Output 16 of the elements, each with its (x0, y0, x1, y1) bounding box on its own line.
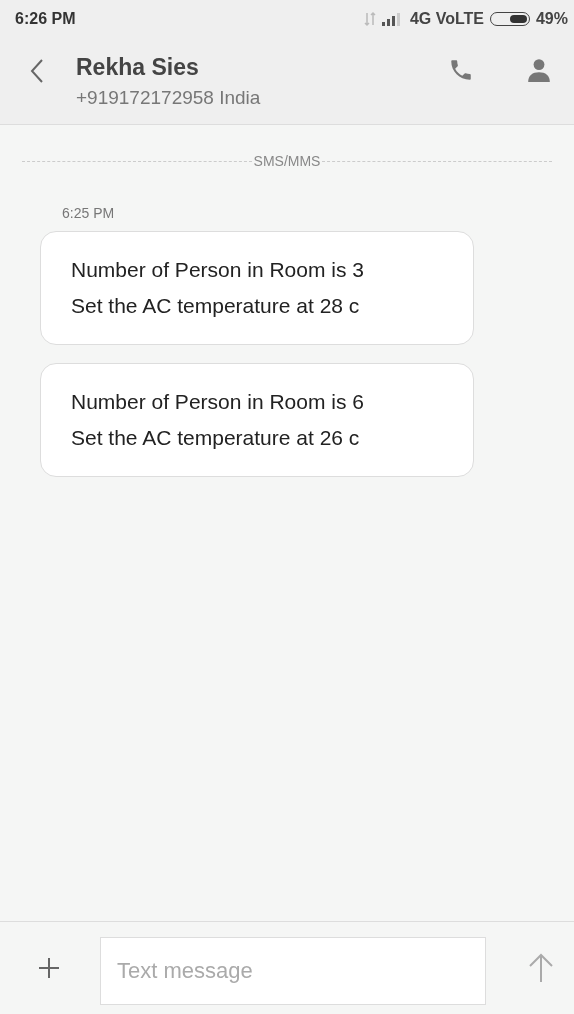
message-bubble: Number of Person in Room is 3 Set the AC temperature at 28 c (40, 231, 474, 345)
contact-name: Rekha Sies (76, 53, 200, 81)
contact-number: +919172172958 India (76, 86, 262, 109)
message-bubble: Number of Person in Room is 6 Set the AC temperature at 26 c (40, 363, 474, 477)
status-time: 6:26 PM (15, 10, 76, 28)
message-time: 6:25 PM (62, 205, 116, 221)
phone-icon[interactable] (448, 57, 474, 83)
back-button[interactable] (30, 58, 44, 84)
data-arrows-icon (363, 11, 376, 27)
add-button[interactable] (38, 957, 60, 979)
channel-label: SMS/MMS (252, 153, 322, 169)
network-type: 4G VoLTE (409, 10, 484, 28)
battery-percent: 49% (535, 10, 568, 28)
send-button[interactable] (528, 953, 554, 983)
contact-icon[interactable] (526, 57, 552, 83)
message-input[interactable]: Text message (100, 937, 486, 1005)
